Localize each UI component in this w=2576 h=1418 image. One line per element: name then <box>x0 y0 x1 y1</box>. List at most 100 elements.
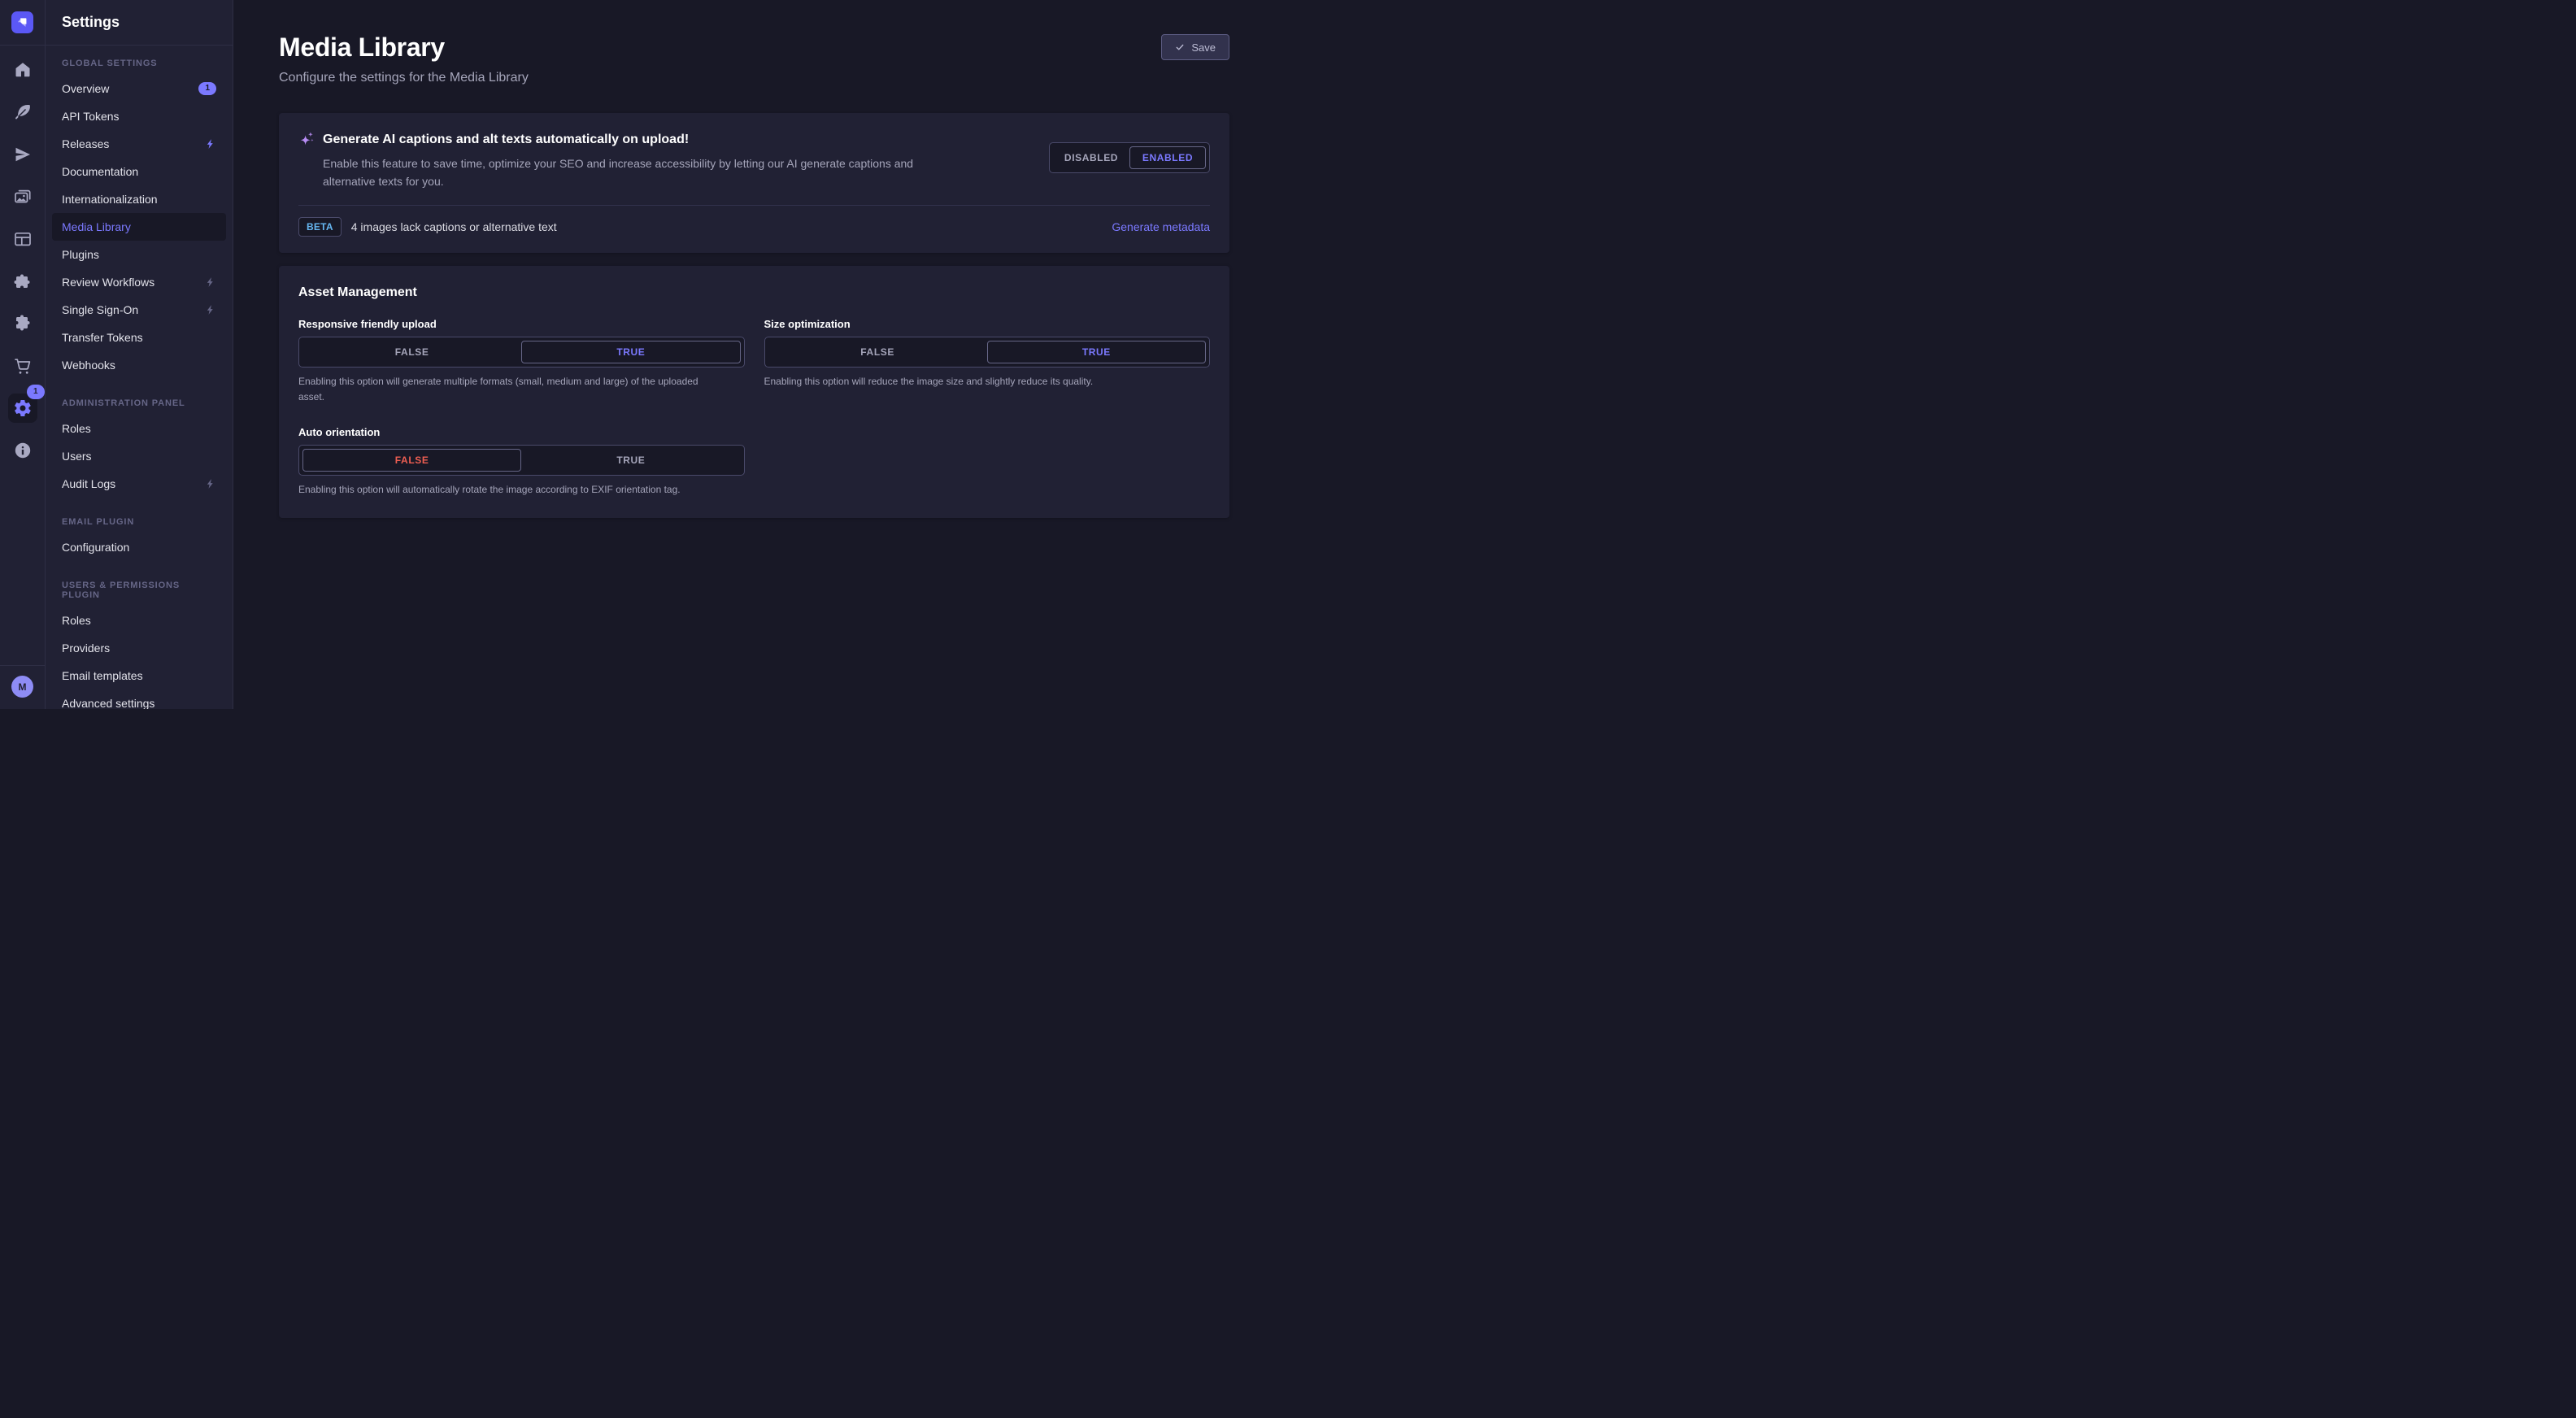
subnav-item-media-library[interactable]: Media Library <box>52 213 226 241</box>
home-icon <box>13 60 33 80</box>
rail-item-plugins[interactable] <box>13 272 33 291</box>
subnav-item-overview[interactable]: Overview1 <box>52 75 226 102</box>
rail-item-content-type-builder[interactable] <box>13 229 33 249</box>
strapi-logo[interactable] <box>11 11 33 33</box>
ai-sparkle-icon <box>298 131 315 149</box>
main-nav-rail: 1 M <box>0 0 46 709</box>
subnav-item-label: Media Library <box>62 220 216 233</box>
save-button-label: Save <box>1191 41 1216 54</box>
subnav-item-releases[interactable]: Releases <box>52 130 226 158</box>
content-type-builder-icon <box>13 229 33 249</box>
subnav-item-roles[interactable]: Roles <box>52 415 226 442</box>
subnav-item-label: Transfer Tokens <box>62 331 216 344</box>
rail-item-releases[interactable] <box>13 145 33 164</box>
subnav-item-label: Users <box>62 450 216 463</box>
rail-item-purchase[interactable] <box>13 356 33 376</box>
subnav-item-audit-logs[interactable]: Audit Logs <box>52 470 226 498</box>
toggle-option-false[interactable]: FALSE <box>768 341 987 363</box>
settings-icon <box>13 398 33 418</box>
lightning-icon <box>205 138 216 150</box>
subnav-item-label: Roles <box>62 422 216 435</box>
subnav-item-label: Configuration <box>62 541 216 554</box>
asset-management-title: Asset Management <box>298 285 1210 300</box>
subnav-item-users[interactable]: Users <box>52 442 226 470</box>
toggle-option-enabled[interactable]: ENABLED <box>1129 146 1206 169</box>
lightning-icon <box>205 276 216 288</box>
banner-bottom: BETA 4 images lack captions or alternati… <box>298 206 1210 240</box>
rail-item-media-library[interactable] <box>13 187 33 207</box>
section-label: EMAIL PLUGIN <box>46 517 233 527</box>
settings-subnav: Settings GLOBAL SETTINGS Overview1 API Tok… <box>46 0 233 709</box>
subnav-item-webhooks[interactable]: Webhooks <box>52 351 226 379</box>
toggle-option-disabled[interactable]: DISABLED <box>1053 146 1129 169</box>
page-subtitle: Configure the settings for the Media Lib… <box>279 71 529 85</box>
rail-item-content-manager[interactable] <box>13 102 33 122</box>
ai-captions-banner: Generate AI captions and alt texts autom… <box>279 113 1229 253</box>
section-label: USERS & PERMISSIONS PLUGIN <box>46 581 233 600</box>
subnav-item-label: Providers <box>62 642 216 655</box>
subnav-header: Settings <box>46 0 233 46</box>
toggle-option-false[interactable]: FALSE <box>302 341 521 363</box>
subnav-item-internationalization[interactable]: Internationalization <box>52 185 226 213</box>
lightning-icon <box>205 304 216 315</box>
subnav-item-label: Email templates <box>62 669 216 682</box>
subnav-item-transfer-tokens[interactable]: Transfer Tokens <box>52 324 226 351</box>
subnav-item-email-templates[interactable]: Email templates <box>52 662 226 689</box>
caption-status: BETA 4 images lack captions or alternati… <box>298 217 557 237</box>
subnav-section-global-settings: GLOBAL SETTINGS Overview1 API Tokens Releas… <box>46 59 233 379</box>
subnav-section-administration-panel: ADMINISTRATION PANELRolesUsersAudit Logs <box>46 398 233 498</box>
rail-item-marketplace[interactable] <box>13 314 33 333</box>
caption-status-text: 4 images lack captions or alternative te… <box>351 220 557 233</box>
banner-top: Generate AI captions and alt texts autom… <box>298 131 1210 190</box>
subnav-item-roles[interactable]: Roles <box>52 607 226 634</box>
save-button[interactable]: Save <box>1161 34 1229 60</box>
rail-footer: M <box>0 665 45 709</box>
field-label: Auto orientation <box>298 426 745 438</box>
subnav-item-label: API Tokens <box>62 110 216 123</box>
media-library-icon <box>13 187 33 207</box>
banner-text: Generate AI captions and alt texts autom… <box>298 131 931 190</box>
subnav-item-label: Documentation <box>62 165 216 178</box>
lightning-icon <box>205 478 216 489</box>
rail-item-settings[interactable]: 1 <box>8 394 37 423</box>
toggle-option-true[interactable]: TRUE <box>987 341 1206 363</box>
subnav-item-label: Internationalization <box>62 193 216 206</box>
subnav-item-documentation[interactable]: Documentation <box>52 158 226 185</box>
banner-title: Generate AI captions and alt texts autom… <box>323 133 689 147</box>
page-title: Media Library <box>279 33 529 63</box>
field-hint: Enabling this option will automatically … <box>298 482 725 498</box>
rail-nav: 1 <box>0 46 45 460</box>
field-label: Size optimization <box>764 318 1211 330</box>
check-icon <box>1175 42 1185 52</box>
notification-badge: 1 <box>198 82 216 95</box>
rail-header <box>0 0 45 46</box>
subnav-item-api-tokens[interactable]: API Tokens <box>52 102 226 130</box>
subnav-item-label: Single Sign-On <box>62 303 198 316</box>
user-avatar[interactable]: M <box>11 676 33 698</box>
toggle-auto-orientation: FALSETRUE <box>298 445 745 476</box>
toggle-responsive-friendly-upload: FALSETRUE <box>298 337 745 368</box>
generate-metadata-link[interactable]: Generate metadata <box>1112 220 1210 233</box>
subnav-item-advanced-settings[interactable]: Advanced settings <box>52 689 226 709</box>
page-header-titles: Media Library Configure the settings for… <box>279 33 529 85</box>
field-size-optimization: Size optimizationFALSETRUEEnabling this … <box>764 318 1211 404</box>
subnav-item-label: Roles <box>62 614 216 627</box>
rail-item-info[interactable] <box>13 441 33 460</box>
subnav-item-single-sign-on[interactable]: Single Sign-On <box>52 296 226 324</box>
subnav-item-label: Plugins <box>62 248 216 261</box>
subnav-item-label: Audit Logs <box>62 477 198 490</box>
field-responsive-friendly-upload: Responsive friendly uploadFALSETRUEEnabl… <box>298 318 745 404</box>
section-label: GLOBAL SETTINGS <box>46 59 233 68</box>
main-content: Media Library Configure the settings for… <box>233 0 1288 709</box>
toggle-option-true[interactable]: TRUE <box>521 449 740 472</box>
subnav-item-plugins[interactable]: Plugins <box>52 241 226 268</box>
subnav-item-review-workflows[interactable]: Review Workflows <box>52 268 226 296</box>
subnav-item-providers[interactable]: Providers <box>52 634 226 662</box>
subnav-item-label: Advanced settings <box>62 697 216 709</box>
toggle-option-true[interactable]: TRUE <box>521 341 740 363</box>
releases-icon <box>13 145 33 164</box>
rail-item-home[interactable] <box>13 60 33 80</box>
subnav-item-configuration[interactable]: Configuration <box>52 533 226 561</box>
toggle-option-false[interactable]: FALSE <box>302 449 521 472</box>
app-window: 1 M Settings GLOBAL SETTINGS Overview1 API… <box>0 0 1288 709</box>
